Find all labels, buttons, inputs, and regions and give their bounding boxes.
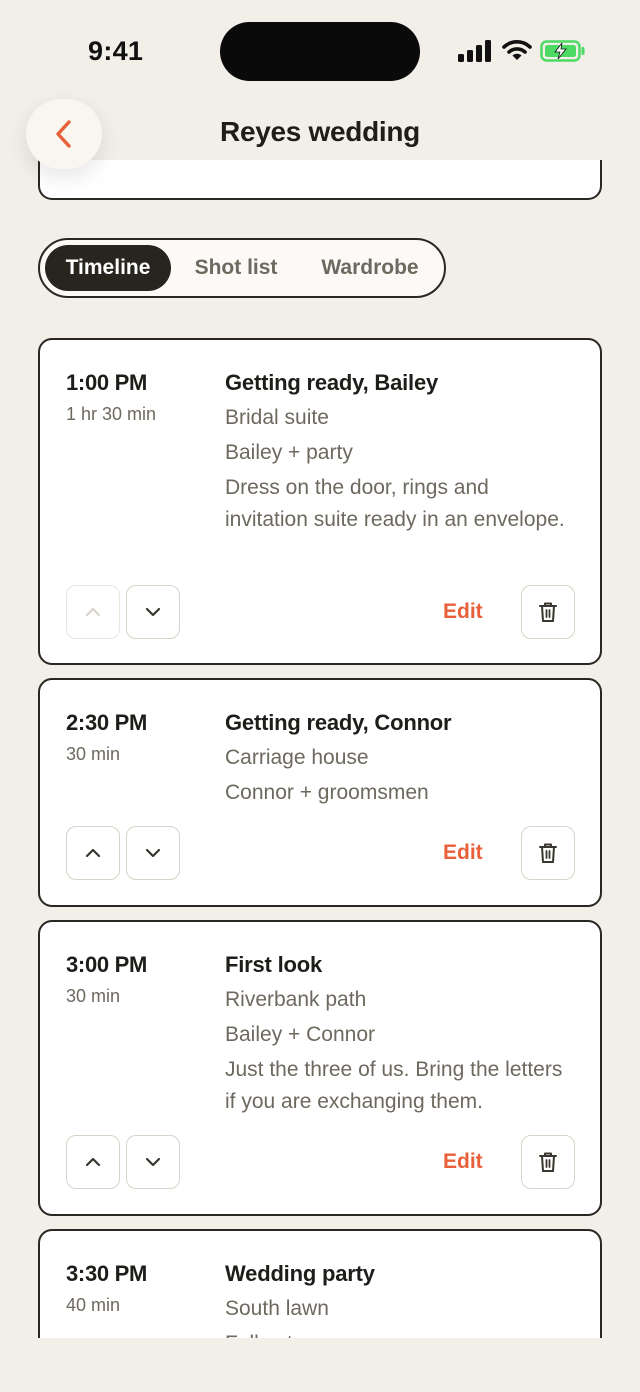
event-duration: 1 hr 30 min (66, 404, 157, 424)
delete-event-button[interactable] (521, 826, 575, 880)
signal-icon (458, 40, 491, 62)
event-duration: 30 min (66, 986, 121, 1006)
timeline-event-card: 1:00 PM 1 hr 30 min Getting ready, Baile… (38, 338, 602, 665)
event-time: 1:00 PM (66, 370, 148, 395)
move-up-button[interactable] (66, 826, 120, 880)
trash-icon (539, 1152, 557, 1172)
event-notes: Just the three of us. Bring the letters … (225, 1058, 563, 1113)
event-title: Getting ready, Bailey (225, 370, 439, 395)
wifi-icon (502, 40, 532, 60)
chevron-up-icon (85, 607, 101, 617)
status-bar: 9:41 (0, 0, 640, 100)
timeline-event-card: 2:30 PM 30 min Getting ready, Connor Car… (38, 678, 602, 907)
edit-event-button[interactable]: Edit (443, 600, 483, 624)
move-down-button[interactable] (126, 585, 180, 639)
page-title: Reyes wedding (220, 116, 420, 147)
edit-event-button[interactable]: Edit (443, 1150, 483, 1174)
event-people: Bailey + party (225, 441, 353, 464)
event-notes: Dress on the door, rings and invitation … (225, 476, 565, 531)
move-up-button[interactable] (66, 1135, 120, 1189)
event-location: Riverbank path (225, 988, 367, 1011)
screen: 9:41 Reyes wedding Timeline Shot list Wa… (0, 0, 640, 1392)
event-time: 3:00 PM (66, 952, 148, 977)
tab-shot-list[interactable]: Shot list (180, 245, 292, 291)
event-duration: 40 min (66, 1295, 121, 1315)
view-segmented-control: Timeline Shot list Wardrobe (38, 238, 446, 298)
move-up-button[interactable] (66, 585, 120, 639)
event-people: Bailey + Connor (225, 1023, 376, 1046)
delete-event-button[interactable] (521, 1135, 575, 1189)
delete-event-button[interactable] (521, 585, 575, 639)
event-time: 3:30 PM (66, 1261, 148, 1286)
chevron-up-icon (85, 1157, 101, 1167)
timeline-event-card: 3:30 PM 40 min Wedding party South lawn … (38, 1229, 602, 1338)
event-location: South lawn (225, 1297, 329, 1320)
chevron-up-icon (85, 848, 101, 858)
event-details: First look Riverbank path Bailey + Conno… (225, 952, 575, 1118)
move-down-button[interactable] (126, 826, 180, 880)
event-duration: 30 min (66, 744, 121, 764)
edit-event-button[interactable]: Edit (443, 841, 483, 865)
chevron-down-icon (145, 607, 161, 617)
timeline-list[interactable]: 1:00 PM 1 hr 30 min Getting ready, Baile… (0, 320, 640, 1338)
status-time: 9:41 (88, 36, 144, 66)
event-time: 2:30 PM (66, 710, 148, 735)
event-title: First look (225, 952, 323, 977)
trash-icon (539, 843, 557, 863)
chevron-down-icon (145, 848, 161, 858)
collapsed-card-edge (38, 160, 602, 200)
event-details: Getting ready, Connor Carriage house Con… (225, 710, 575, 809)
tab-timeline[interactable]: Timeline (45, 245, 171, 291)
move-down-button[interactable] (126, 1135, 180, 1189)
event-location: Carriage house (225, 746, 369, 769)
tab-wardrobe[interactable]: Wardrobe (304, 245, 436, 291)
event-title: Wedding party (225, 1261, 375, 1286)
event-people: Connor + groomsmen (225, 781, 429, 804)
event-people: Full set (225, 1328, 575, 1338)
trash-icon (539, 602, 557, 622)
chevron-down-icon (145, 1157, 161, 1167)
event-title: Getting ready, Connor (225, 710, 452, 735)
timeline-event-card: 3:00 PM 30 min First look Riverbank path… (38, 920, 602, 1216)
event-details: Getting ready, Bailey Bridal suite Baile… (225, 370, 575, 536)
battery-charging-icon (540, 40, 585, 62)
dynamic-island (220, 22, 420, 81)
event-details: Wedding party South lawn Full set (225, 1261, 575, 1338)
event-location: Bridal suite (225, 406, 329, 429)
